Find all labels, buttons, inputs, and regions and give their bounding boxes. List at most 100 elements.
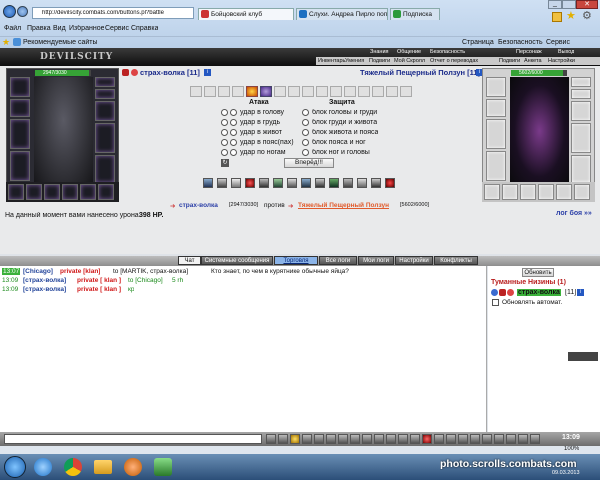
player-name[interactable]: страх-волка [11] xyxy=(140,68,200,77)
attack-radio-2a[interactable] xyxy=(221,119,228,126)
tab-my-logs[interactable]: Мои логи xyxy=(358,256,394,265)
skill-icon[interactable] xyxy=(203,178,213,188)
chat-input[interactable] xyxy=(4,434,262,444)
page-menu[interactable]: Страница xyxy=(462,39,494,46)
chrome-taskbar-icon[interactable] xyxy=(64,458,82,476)
battle-log-link[interactable]: лог боя »» xyxy=(556,210,592,217)
start-button[interactable] xyxy=(4,456,26,478)
spell-slot[interactable] xyxy=(386,86,398,97)
helmet-slot[interactable] xyxy=(10,77,30,97)
block-radio-5[interactable] xyxy=(302,149,309,156)
nav-profile[interactable]: Анкета xyxy=(524,58,542,64)
filter-icon[interactable] xyxy=(314,434,324,444)
attack-radio-4a[interactable] xyxy=(221,139,228,146)
skill-icon[interactable] xyxy=(301,178,311,188)
block-radio-4[interactable] xyxy=(302,139,309,146)
attack-radio-3b[interactable] xyxy=(230,129,237,136)
address-bar[interactable]: http://devilscity.combats.com/buttons.pl… xyxy=(32,7,194,19)
weapon-slot[interactable] xyxy=(10,119,30,149)
spell-slot[interactable] xyxy=(400,86,412,97)
tab-all-logs[interactable]: Все логи xyxy=(319,256,357,265)
nav-exit[interactable]: Выход xyxy=(558,49,574,55)
attack-radio-2b[interactable] xyxy=(230,119,237,126)
spell-slot[interactable] xyxy=(358,86,370,97)
nav-feats[interactable]: Подвиги xyxy=(369,58,390,64)
forward-button[interactable] xyxy=(17,6,28,17)
browser-tab-1[interactable]: Бойцовский клуб xyxy=(198,8,294,20)
menu-file[interactable]: Файл xyxy=(4,25,21,32)
tab-system-messages[interactable]: Системные сообщения xyxy=(201,256,273,265)
chat-private[interactable]: private [ klan ] xyxy=(77,286,121,293)
chat-channel[interactable]: [страх-волка] xyxy=(23,286,66,293)
spell-slot[interactable] xyxy=(316,86,328,97)
ring-slot[interactable] xyxy=(95,89,115,99)
menu-help[interactable]: Справка xyxy=(131,25,158,32)
spell-slot-active[interactable] xyxy=(246,86,258,97)
skill-icon[interactable] xyxy=(273,178,283,188)
attack-radio-4b[interactable] xyxy=(230,139,237,146)
gloves-slot[interactable] xyxy=(95,101,115,121)
nav-skills[interactable]: Умения xyxy=(345,58,364,64)
chat-tool-icon[interactable] xyxy=(398,434,408,444)
tab-conflicts[interactable]: Конфликты xyxy=(434,256,478,265)
chat-private[interactable]: private [klan] xyxy=(60,268,100,275)
nav-transfers[interactable]: Отчет о переводах xyxy=(430,58,478,64)
translit-icon[interactable] xyxy=(302,434,312,444)
minimize-button[interactable]: _ xyxy=(548,0,562,9)
spell-slot[interactable] xyxy=(218,86,230,97)
star-icon[interactable]: ★ xyxy=(566,11,576,22)
refresh-list-button[interactable]: Обновить xyxy=(522,268,554,277)
chat-tool-icon[interactable] xyxy=(494,434,504,444)
info-icon[interactable]: i xyxy=(577,289,584,296)
chat-tool-icon[interactable] xyxy=(362,434,372,444)
skill-icon[interactable] xyxy=(315,178,325,188)
belt-item-1[interactable] xyxy=(8,184,24,200)
spell-slot[interactable] xyxy=(204,86,216,97)
nav-settings[interactable]: Настройки xyxy=(548,58,575,64)
nav-communication[interactable]: Общение xyxy=(397,49,421,55)
close-window-button[interactable]: ✕ xyxy=(576,0,598,9)
belt-item-6[interactable] xyxy=(98,184,114,200)
spell-slot[interactable] xyxy=(344,86,356,97)
attack-radio-1b[interactable] xyxy=(230,109,237,116)
chat-tool-icon[interactable] xyxy=(470,434,480,444)
chat-tool-icon[interactable] xyxy=(458,434,468,444)
smiley-icon[interactable] xyxy=(290,434,300,444)
chat-tool-icon[interactable] xyxy=(506,434,516,444)
private-icon[interactable] xyxy=(491,289,498,296)
enemy-name[interactable]: Тяжелый Пещерный Ползун [11] xyxy=(360,68,480,77)
menu-favorites[interactable]: Избранное xyxy=(69,25,104,32)
attack-radio-3a[interactable] xyxy=(221,129,228,136)
belt-item-3[interactable] xyxy=(44,184,60,200)
nav-feats-2[interactable]: Подвиги xyxy=(499,58,520,64)
zoom-level[interactable]: 100% xyxy=(564,446,579,452)
maximize-button[interactable] xyxy=(562,0,576,9)
belt-item-4[interactable] xyxy=(62,184,78,200)
spell-slot[interactable] xyxy=(232,86,244,97)
attack-radio-1a[interactable] xyxy=(221,109,228,116)
skill-icon[interactable] xyxy=(259,178,269,188)
home-icon[interactable] xyxy=(552,12,562,22)
earring-slot[interactable] xyxy=(95,77,115,87)
skill-icon[interactable] xyxy=(343,178,353,188)
skill-icon[interactable] xyxy=(231,178,241,188)
skill-icon[interactable] xyxy=(217,178,227,188)
clear-icon[interactable] xyxy=(278,434,288,444)
spell-slot[interactable] xyxy=(190,86,202,97)
skill-icon[interactable] xyxy=(287,178,297,188)
gear-icon[interactable]: ⚙ xyxy=(582,11,592,22)
chat-tool-icon[interactable] xyxy=(374,434,384,444)
armor-slot[interactable] xyxy=(10,151,30,181)
chat-tool-icon[interactable] xyxy=(482,434,492,444)
attack-radio-5a[interactable] xyxy=(221,149,228,156)
online-user-name[interactable]: страх-волка xyxy=(517,289,561,296)
skill-icon[interactable] xyxy=(385,178,395,188)
skill-icon[interactable] xyxy=(371,178,381,188)
menu-tools[interactable]: Сервис xyxy=(105,25,129,32)
forward-attack-button[interactable]: Вперёд!!! xyxy=(284,158,334,168)
nav-my-scroll[interactable]: Мой Скролл xyxy=(394,58,425,64)
folder-taskbar-icon[interactable] xyxy=(94,460,112,474)
nav-knowledge[interactable]: Знания xyxy=(370,49,389,55)
skill-icon[interactable] xyxy=(357,178,367,188)
send-icon[interactable] xyxy=(266,434,276,444)
